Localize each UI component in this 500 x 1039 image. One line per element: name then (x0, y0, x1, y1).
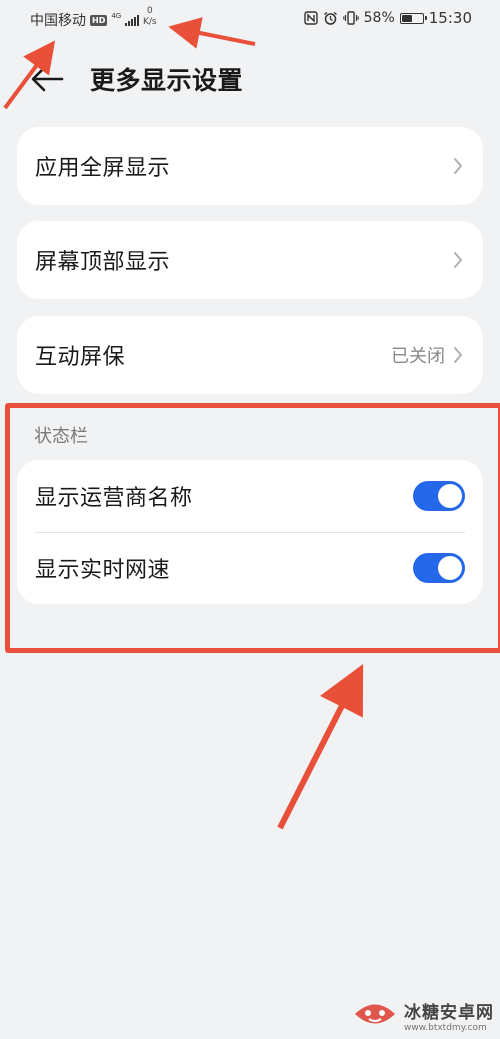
screen-top-display-card: 屏幕顶部显示 (17, 221, 483, 299)
annotation-arrow (277, 663, 364, 830)
chevron-right-icon (451, 250, 465, 270)
fullscreen-apps-item[interactable]: 应用全屏显示 (17, 127, 483, 205)
watermark-url: www.btxtdmy.com (404, 1023, 487, 1033)
network-speed-unit: K/s (143, 17, 157, 27)
back-arrow-icon[interactable] (30, 59, 70, 99)
watermark: 冰糖安卓网 www.btxtdmy.com (352, 998, 494, 1033)
alarm-icon (323, 11, 338, 26)
interactive-screensaver-item[interactable]: 互动屏保 已关闭 (17, 316, 483, 394)
network-speed: 0 K/s (143, 6, 157, 28)
fullscreen-apps-label: 应用全屏显示 (35, 156, 171, 181)
watermark-logo-icon (352, 999, 398, 1033)
chevron-right-icon (451, 156, 465, 176)
annotation-highlight-box (5, 403, 500, 653)
screen-top-display-item[interactable]: 屏幕顶部显示 (17, 221, 483, 299)
page-title: 更多显示设置 (90, 66, 244, 95)
clock: 15:30 (428, 9, 472, 27)
status-bar: 中国移动 HD 4G 0 K/s 58% 15:30 (0, 0, 500, 38)
chevron-right-icon (451, 345, 465, 365)
nfc-icon (303, 11, 318, 25)
watermark-name: 冰糖安卓网 (404, 1003, 494, 1023)
vibrate-icon (342, 11, 359, 25)
page-header: 更多显示设置 (30, 55, 480, 103)
status-bar-left: 中国移动 HD 4G (30, 10, 140, 30)
battery-icon (399, 12, 427, 24)
network-type-label: 4G (111, 12, 122, 20)
battery-percent: 58% (363, 10, 395, 26)
interactive-screensaver-label: 互动屏保 (35, 345, 126, 370)
fullscreen-apps-card: 应用全屏显示 (17, 127, 483, 205)
signal-icon (125, 14, 140, 26)
network-speed-value: 0 (146, 6, 153, 16)
screen-top-display-label: 屏幕顶部显示 (35, 250, 171, 275)
hd-icon: HD (90, 14, 108, 26)
interactive-screensaver-value: 已关闭 (391, 346, 445, 367)
status-bar-right: 58% 15:30 (303, 9, 472, 27)
carrier-name: 中国移动 (30, 13, 86, 29)
interactive-screensaver-card: 互动屏保 已关闭 (17, 316, 483, 394)
